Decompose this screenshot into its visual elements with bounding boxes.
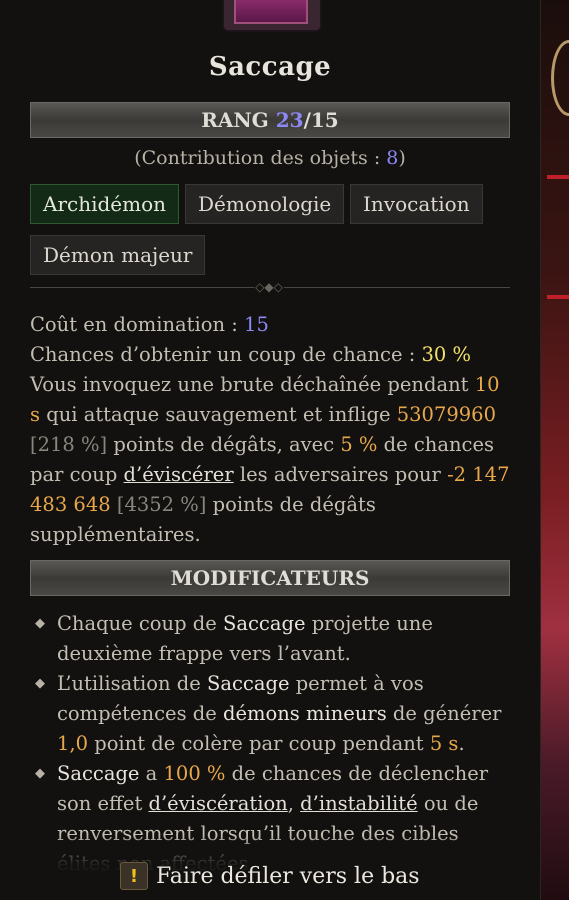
skill-description: Coût en domination : 15 Chances d’obteni… — [30, 310, 510, 550]
instability-link[interactable]: d’instabilité — [300, 792, 418, 815]
diamond-bullet-icon: ◆ — [35, 766, 45, 781]
skill-icon-image — [234, 0, 308, 24]
eviscerate-link[interactable]: d’éviscérer — [124, 463, 234, 486]
diamond-bullet-icon: ◆ — [35, 616, 45, 631]
modifier-item: ◆ Chaque coup de Saccage projette une de… — [30, 609, 510, 669]
health-bar-fragment — [547, 295, 569, 299]
modifier-item: ◆ L’utilisation de Saccage permet à vos … — [30, 669, 510, 759]
rank-current: 23 — [275, 108, 304, 132]
scroll-key-icon: ! — [120, 862, 148, 890]
rank-banner: RANG 23/15 — [30, 102, 510, 138]
scroll-down-prompt[interactable]: ! Faire défiler vers le bas — [120, 860, 420, 892]
contribution-value: 8 — [386, 147, 399, 169]
diamond-bullet-icon: ◆ — [35, 676, 45, 691]
skill-title: Saccage — [208, 52, 332, 82]
lucky-hit-value: 30 % — [421, 343, 472, 366]
divider-ornament-icon: ◇◆◇ — [254, 280, 284, 294]
rank-separator: / — [303, 108, 311, 132]
ornament-ring-icon — [551, 40, 569, 116]
tag-demonologie[interactable]: Démonologie — [185, 184, 345, 224]
tag-archidemon[interactable]: Archidémon — [30, 184, 180, 224]
background-scene — [541, 0, 569, 900]
tag-invocation[interactable]: Invocation — [350, 184, 483, 224]
scroll-down-label: Faire défiler vers le bas — [156, 863, 420, 889]
cost-line: Coût en domination : 15 — [30, 313, 269, 336]
lucky-hit-line: Chances d’obtenir un coup de chance : 30… — [30, 343, 472, 366]
skill-icon — [222, 0, 322, 32]
item-contribution: (Contribution des objets : 8) — [134, 147, 406, 169]
modifiers-header: MODIFICATEURS — [30, 560, 510, 596]
cost-value: 15 — [244, 313, 269, 336]
skill-tooltip: Saccage RANG 23/15 (Contribution des obj… — [0, 0, 541, 900]
evisceration-link[interactable]: d’éviscération — [148, 792, 287, 815]
description-body: Vous invoquez une brute déchaînée pendan… — [30, 373, 510, 546]
rank-max: 15 — [310, 108, 339, 132]
health-bar-fragment — [547, 175, 569, 179]
rank-label: RANG — [201, 108, 269, 132]
tag-demon-majeur[interactable]: Démon majeur — [30, 235, 206, 275]
